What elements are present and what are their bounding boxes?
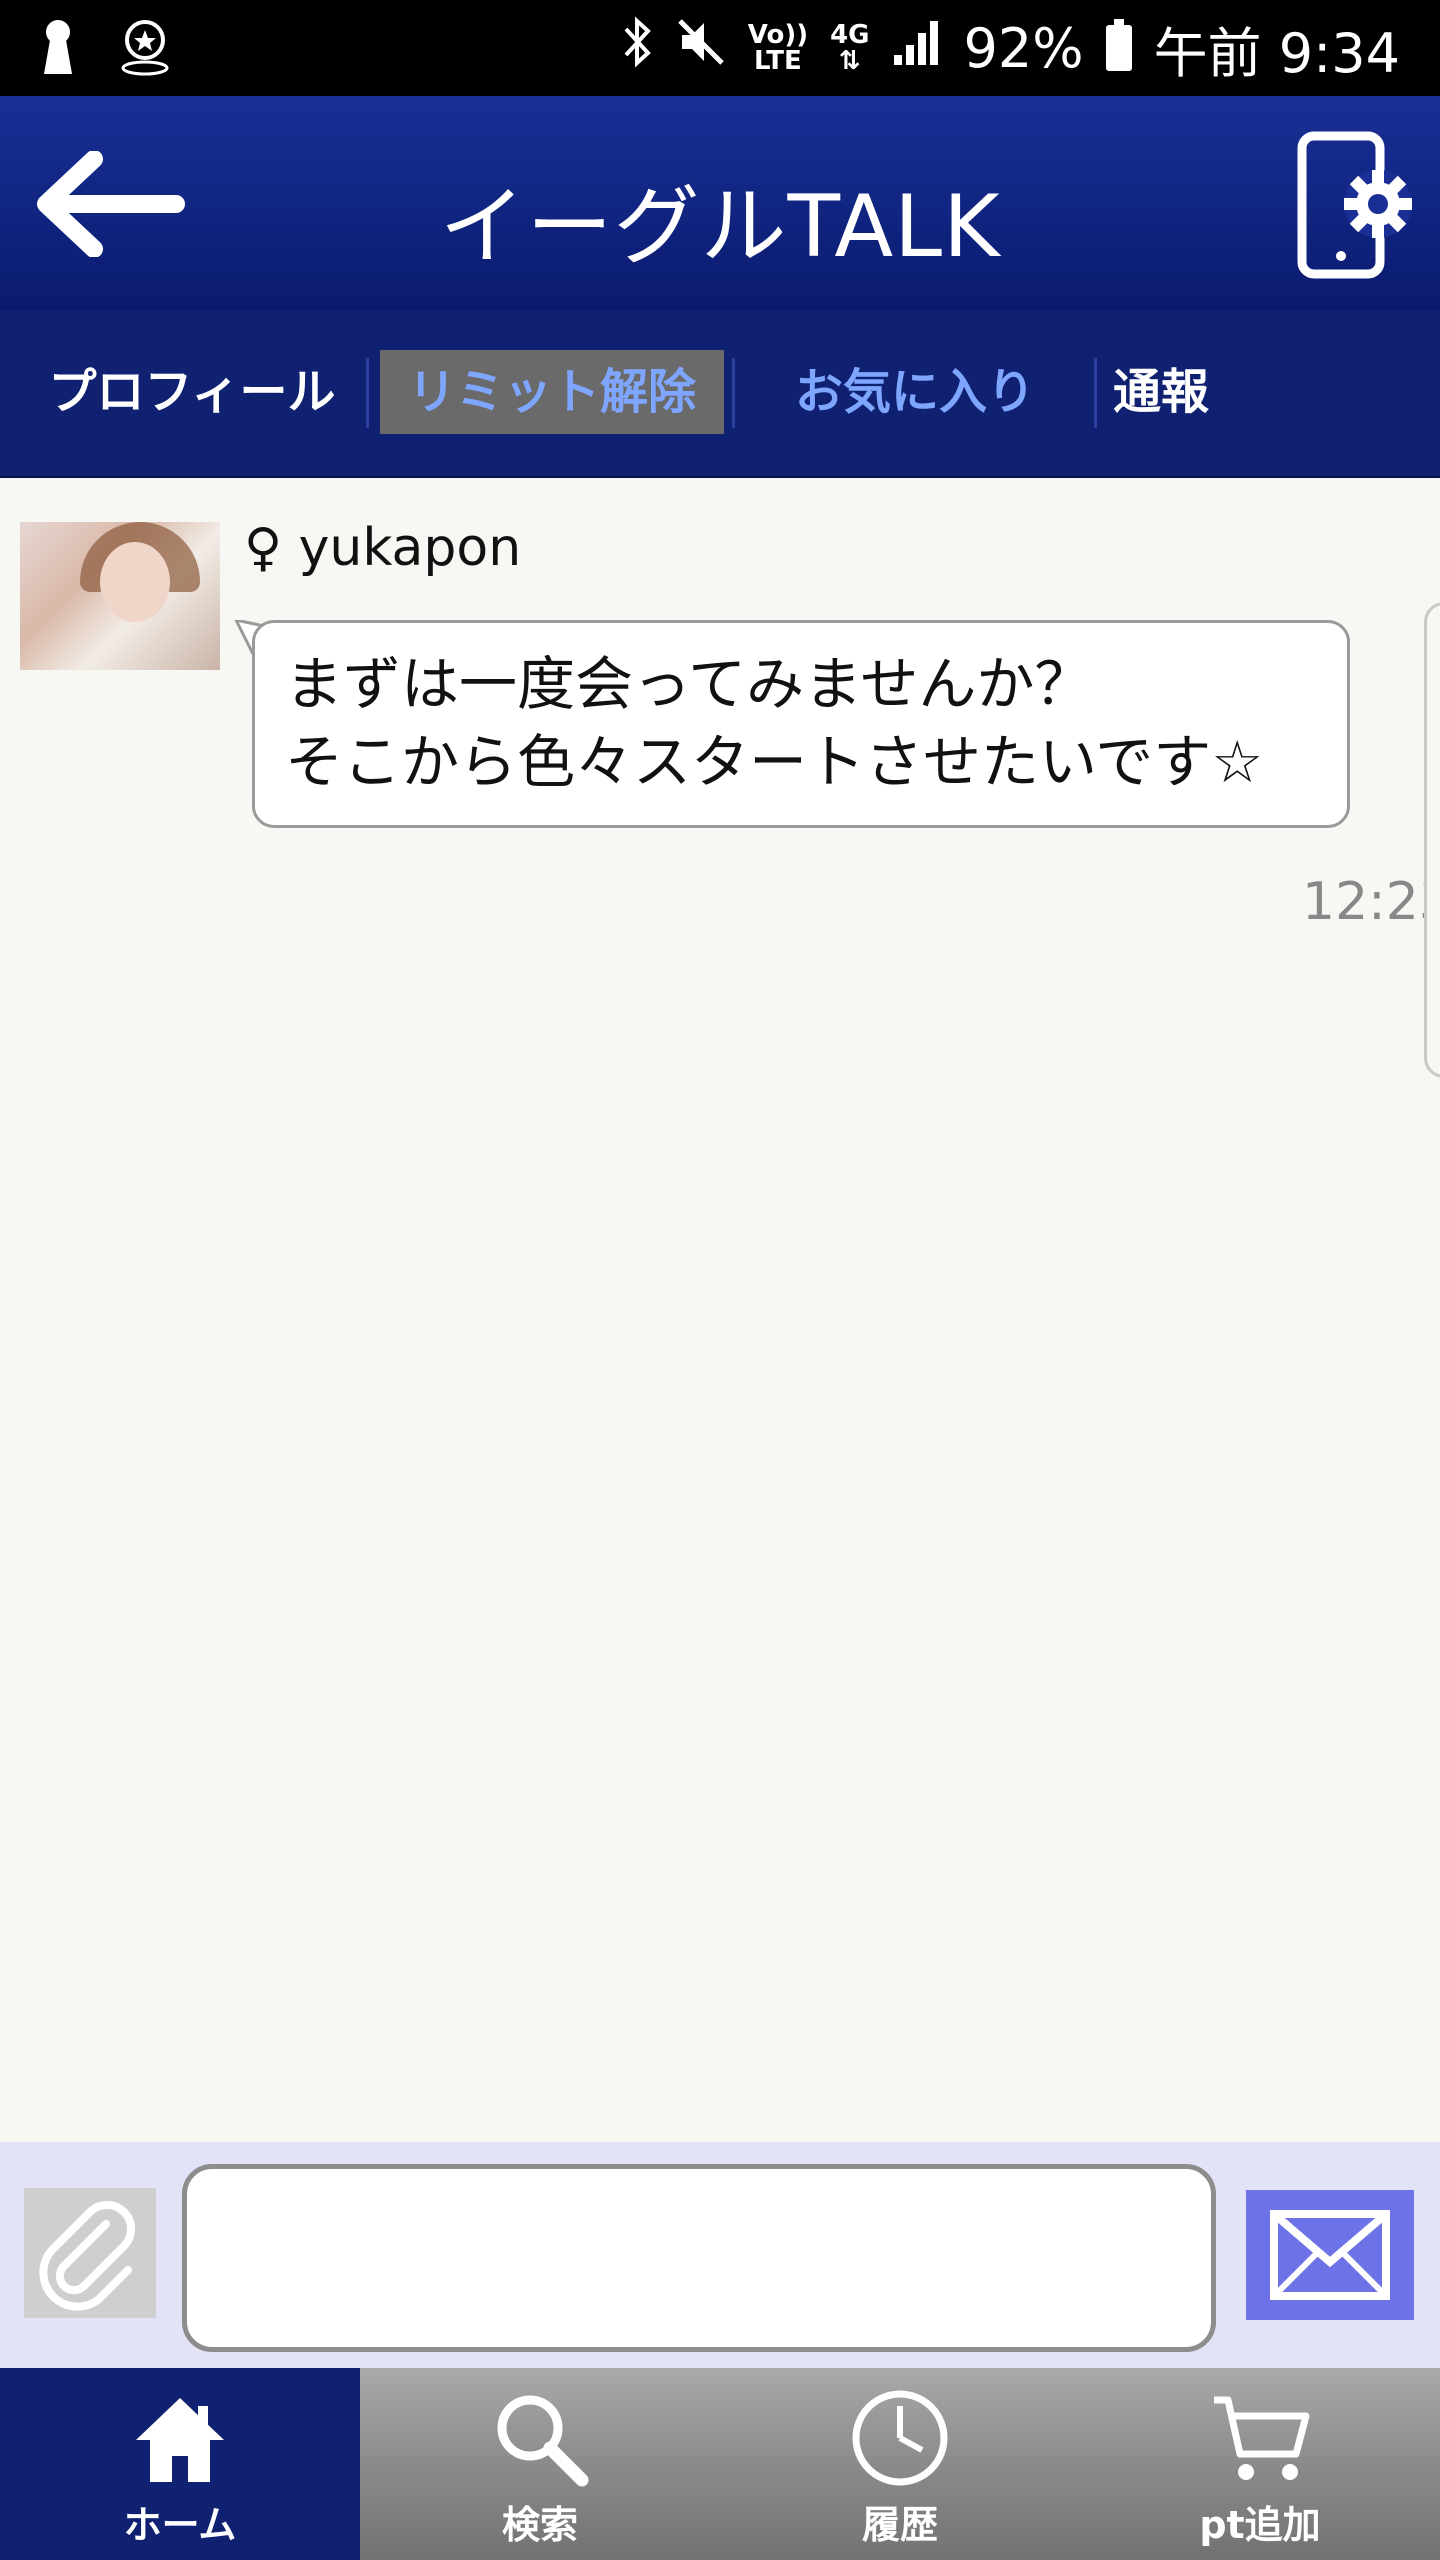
message-input[interactable]: [182, 2164, 1216, 2352]
tab-favorite[interactable]: お気に入り: [790, 350, 1040, 434]
clock-icon: [852, 2390, 948, 2486]
send-button[interactable]: [1246, 2190, 1414, 2320]
nav-search[interactable]: 検索: [360, 2368, 720, 2560]
keyhole-icon: [40, 18, 76, 80]
4g-icon: 4G ⇅: [830, 20, 870, 76]
search-icon: [497, 2395, 589, 2487]
tab-report[interactable]: 通報: [1106, 350, 1216, 434]
mute-icon: [676, 17, 726, 80]
paperclip-icon: [39, 2200, 136, 2311]
tab-divider: [366, 358, 369, 428]
settings-button[interactable]: [1296, 130, 1416, 280]
volte-icon: Vo)) LTE: [747, 20, 809, 76]
avatar[interactable]: [20, 522, 220, 670]
offscreen-bubble-edge: [1424, 602, 1440, 1078]
status-bar: Vo)) LTE 4G ⇅ 92% 午前 9:34: [0, 0, 1440, 96]
nav-history[interactable]: 履歴: [720, 2368, 1080, 2560]
tab-profile[interactable]: プロフィール: [42, 350, 342, 434]
tab-divider: [1094, 358, 1097, 428]
message-bubble: まずは一度会ってみませんか？ そこから色々スタートさせたいです☆: [252, 620, 1350, 828]
nav-add-points-label: pt追加: [1199, 2503, 1321, 2547]
bottom-nav: ホーム 検索 履歴 pt追加: [0, 2368, 1440, 2560]
page-title: イーグルTALK: [439, 177, 1001, 277]
attach-button[interactable]: [24, 2188, 156, 2318]
bluetooth-icon: [620, 15, 654, 82]
home-icon: [136, 2398, 224, 2482]
battery-percent: 92%: [963, 16, 1084, 80]
message-timestamp: 12:23: [1302, 872, 1440, 932]
battery-icon: [1105, 19, 1132, 71]
message-text-line-1: まずは一度会ってみませんか？: [285, 650, 1093, 718]
phone-settings-icon: [1297, 131, 1412, 279]
composer: [0, 2142, 1440, 2368]
location-star-icon: [120, 18, 170, 80]
envelope-icon: [1270, 2210, 1390, 2300]
cart-icon: [1214, 2396, 1310, 2480]
nav-history-label: 履歴: [861, 2503, 938, 2547]
signal-icon: [892, 17, 942, 80]
nav-home-label: ホーム: [123, 2503, 237, 2547]
tab-divider: [732, 358, 735, 428]
tab-bar: プロフィール リミット解除 お気に入り 通報: [0, 310, 1440, 478]
tab-limit-release[interactable]: リミット解除: [380, 350, 724, 434]
nav-add-points[interactable]: pt追加: [1080, 2368, 1440, 2560]
clock-time: 午前 9:34: [1153, 21, 1400, 85]
app-header: イーグルTALK: [0, 96, 1440, 310]
nav-home[interactable]: ホーム: [0, 2368, 360, 2560]
nav-search-label: 検索: [501, 2503, 578, 2547]
message-text-line-2: そこから色々スタートさせたいです☆: [285, 728, 1264, 796]
sender-name: ♀ yukapon: [244, 518, 522, 578]
